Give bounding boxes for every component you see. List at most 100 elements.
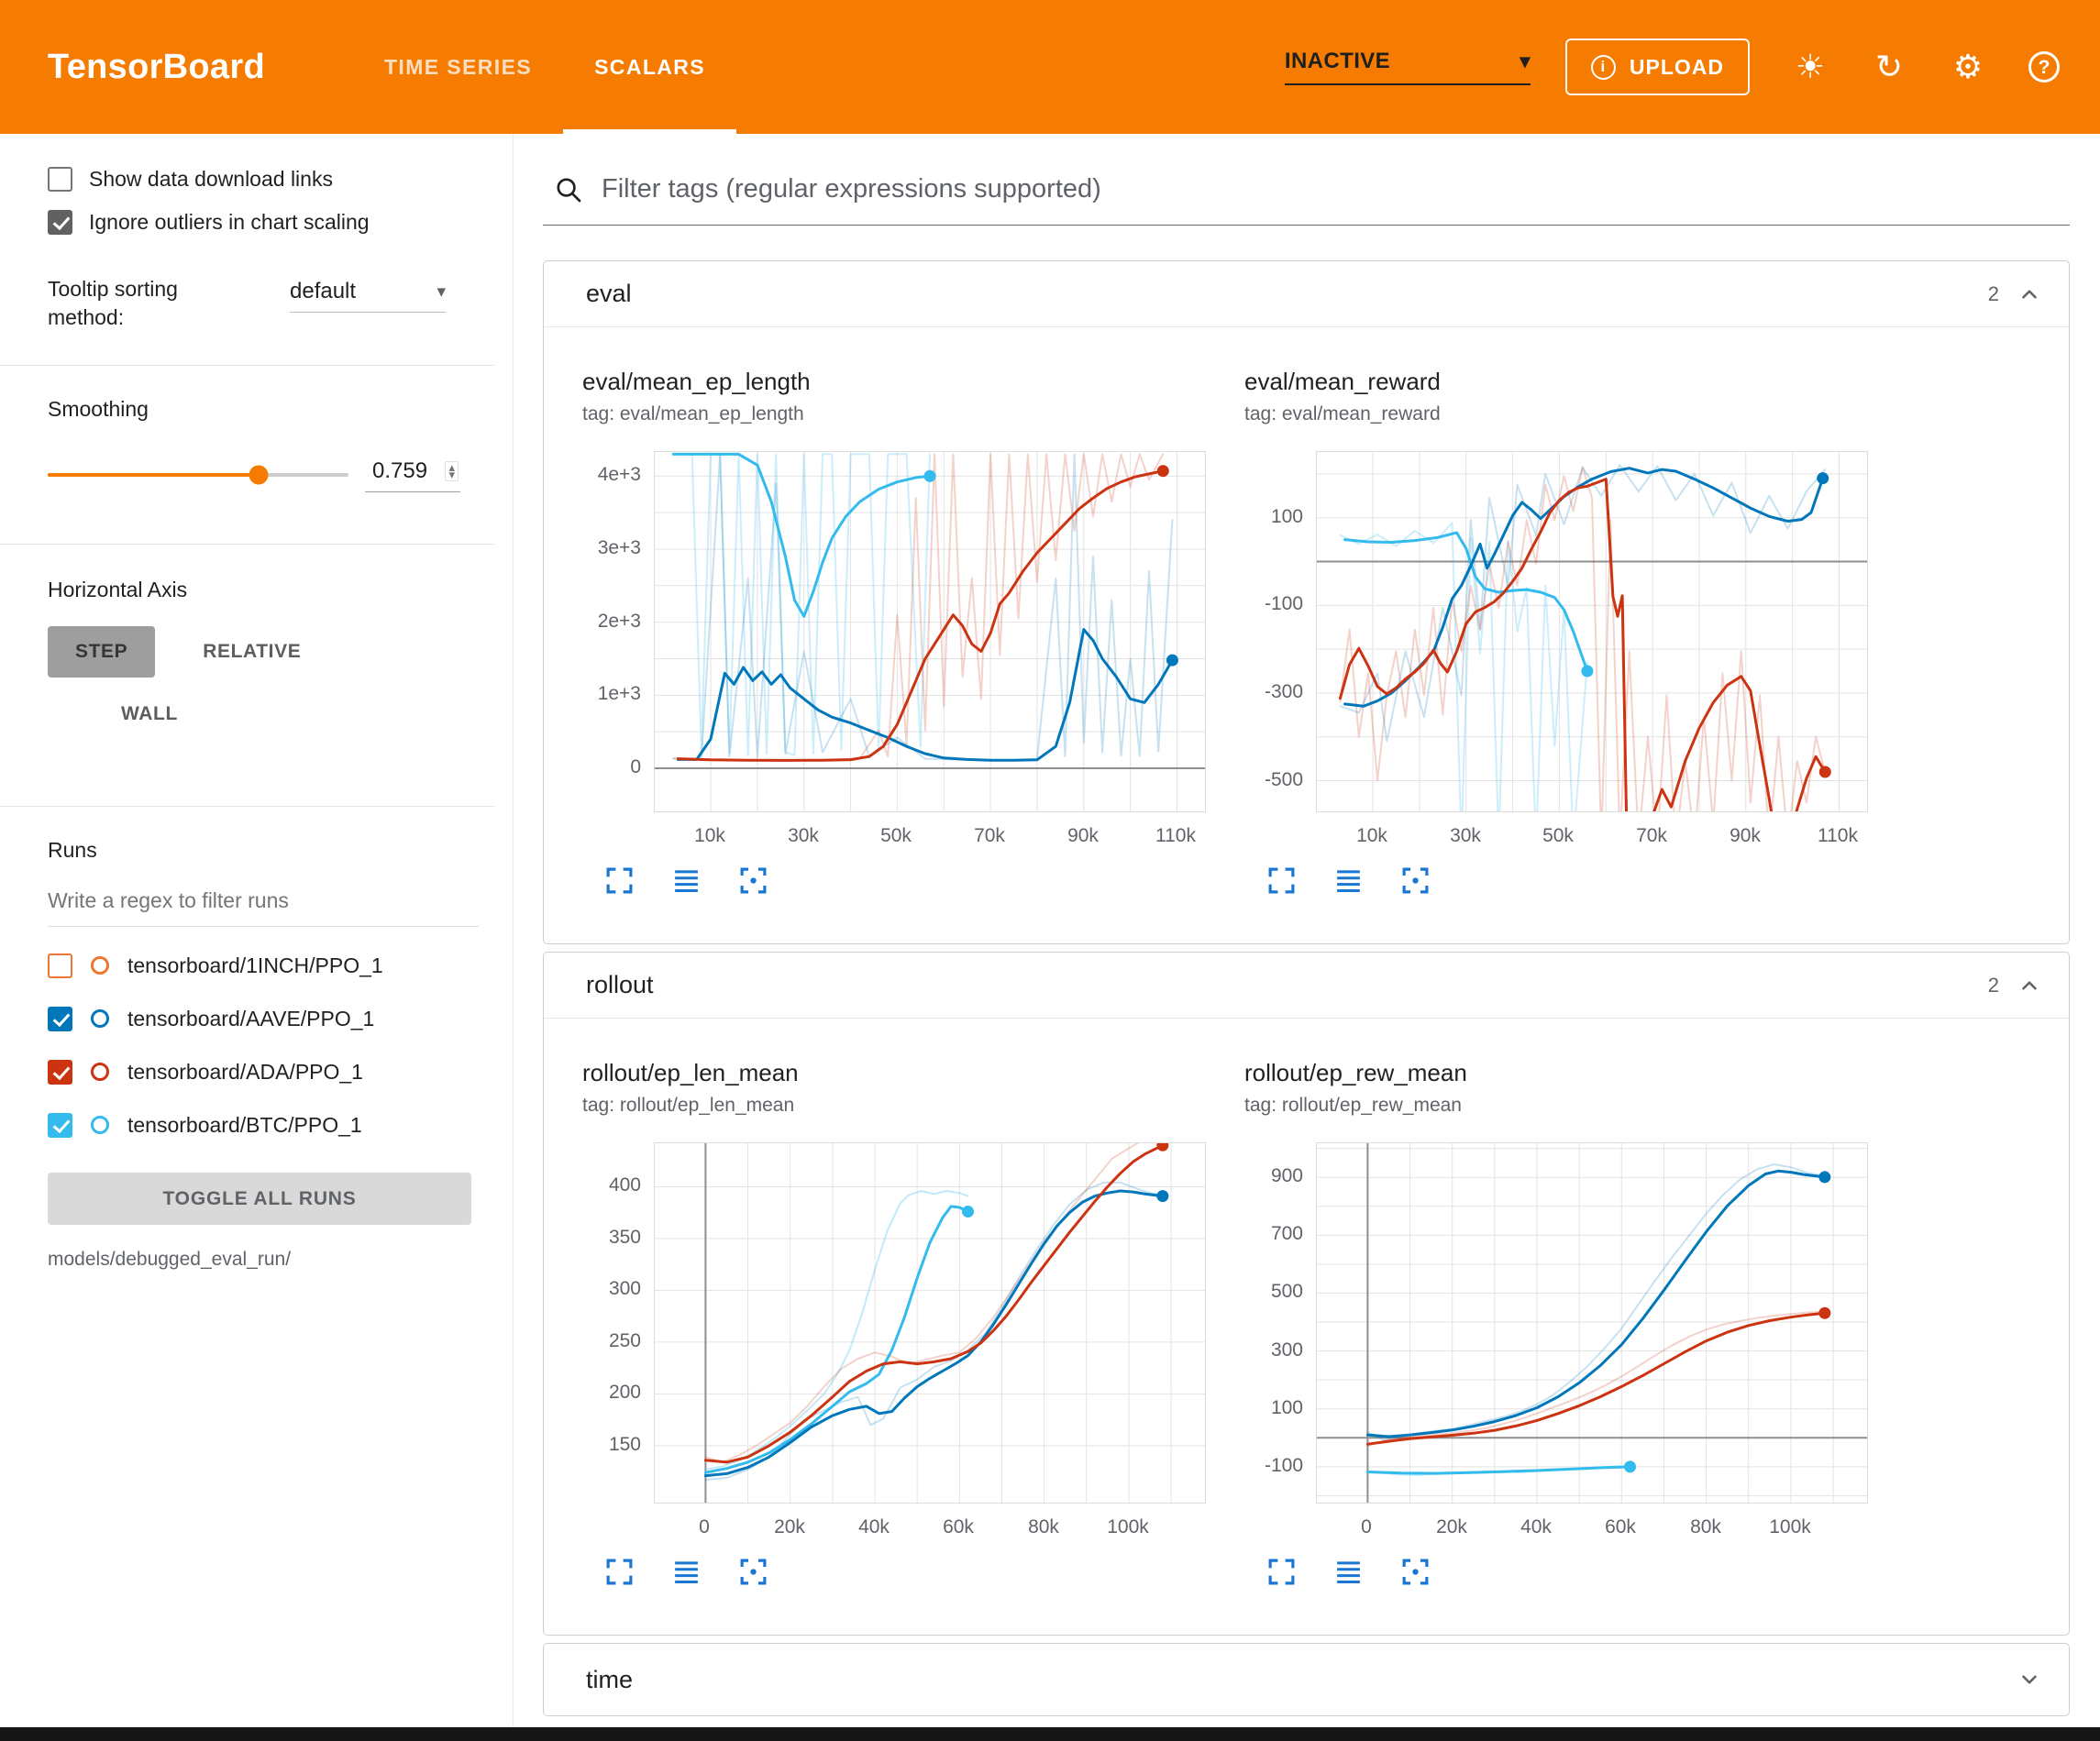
plot-area[interactable] xyxy=(1316,451,1868,812)
fit-domain-icon[interactable] xyxy=(738,1557,768,1587)
expand-chart-icon[interactable] xyxy=(604,865,635,896)
data-table-icon[interactable] xyxy=(1333,1557,1364,1587)
x-tick-label: 0 xyxy=(675,1516,734,1538)
horizontal-axis-options: STEP RELATIVE xyxy=(48,626,487,678)
header-actions: INACTIVE ▾ i UPLOAD ☀ ↻ ⚙ ? xyxy=(1285,39,2060,95)
expand-chart-icon[interactable] xyxy=(604,1557,635,1587)
plot-area[interactable] xyxy=(654,1142,1206,1504)
y-tick-label: 200 xyxy=(609,1382,641,1404)
ignore-outliers-row[interactable]: Ignore outliers in chart scaling xyxy=(48,210,487,235)
show-download-links-checkbox[interactable] xyxy=(48,167,72,192)
card-eval-header[interactable]: eval 2 xyxy=(544,261,2069,327)
x-tick-label: 100k xyxy=(1761,1516,1819,1538)
tag-filter-row xyxy=(543,174,2070,226)
fit-domain-icon[interactable] xyxy=(1400,865,1431,896)
chart-canvas[interactable]: -100100300500700900 020k40k60k80k100k xyxy=(1244,1142,1886,1548)
run-checkbox[interactable] xyxy=(48,1007,72,1031)
run-color-circle[interactable] xyxy=(91,1116,109,1134)
help-icon[interactable]: ? xyxy=(2028,51,2060,83)
x-tick-label: 30k xyxy=(1436,825,1495,847)
data-status-dropdown[interactable]: INACTIVE ▾ xyxy=(1285,49,1531,85)
y-tick-label: -500 xyxy=(1265,769,1303,791)
tag-filter-input[interactable] xyxy=(602,174,2068,204)
x-tick-label: 50k xyxy=(867,825,925,847)
runs-filter-input[interactable] xyxy=(48,885,479,927)
toggle-all-runs-button[interactable]: TOGGLE ALL RUNS xyxy=(48,1173,471,1225)
expand-chart-icon[interactable] xyxy=(1266,865,1297,896)
tab-bar: TIME SERIES SCALARS xyxy=(353,0,736,134)
run-row-aave[interactable]: tensorboard/AAVE/PPO_1 xyxy=(48,995,487,1042)
axis-relative-button[interactable]: RELATIVE xyxy=(175,626,328,678)
chart-toolbar xyxy=(1266,865,1886,896)
x-axis-labels: 020k40k60k80k100k xyxy=(1244,1504,1868,1548)
run-checkbox[interactable] xyxy=(48,1060,72,1085)
info-icon: i xyxy=(1591,55,1616,80)
divider xyxy=(0,544,494,545)
tab-scalars[interactable]: SCALARS xyxy=(563,0,736,134)
chevron-up-icon[interactable] xyxy=(2017,282,2041,306)
chart-eval-mean-ep-length: eval/mean_ep_length tag: eval/mean_ep_le… xyxy=(582,368,1224,896)
y-tick-label: -100 xyxy=(1265,593,1303,615)
fit-domain-icon[interactable] xyxy=(1400,1557,1431,1587)
y-tick-label: 4e+3 xyxy=(598,464,641,486)
runs-list: tensorboard/1INCH/PPO_1 tensorboard/AAVE… xyxy=(48,942,487,1149)
chart-canvas[interactable]: 150200250300350400 020k40k60k80k100k xyxy=(582,1142,1224,1548)
smoothing-value: 0.759 xyxy=(372,458,427,484)
chart-tag: tag: rollout/ep_len_mean xyxy=(582,1095,1224,1117)
stepper-arrows-icon[interactable]: ▴▾ xyxy=(445,461,459,481)
tooltip-sorting-value: default xyxy=(290,279,356,304)
y-tick-label: 500 xyxy=(1271,1281,1303,1303)
smoothing-slider[interactable] xyxy=(48,473,348,477)
horizontal-axis-options-row2: WALL xyxy=(48,689,487,740)
ignore-outliers-checkbox[interactable] xyxy=(48,210,72,235)
divider xyxy=(0,365,494,366)
run-checkbox[interactable] xyxy=(48,1113,72,1138)
run-row-btc[interactable]: tensorboard/BTC/PPO_1 xyxy=(48,1101,487,1149)
axis-wall-button[interactable]: WALL xyxy=(94,689,205,740)
data-table-icon[interactable] xyxy=(671,865,702,896)
run-color-circle[interactable] xyxy=(91,956,109,975)
y-tick-label: 150 xyxy=(609,1434,641,1456)
chart-tag: tag: rollout/ep_rew_mean xyxy=(1244,1095,1886,1117)
run-row-1inch[interactable]: tensorboard/1INCH/PPO_1 xyxy=(48,942,487,989)
chart-canvas[interactable]: 01e+32e+33e+34e+3 10k30k50k70k90k110k xyxy=(582,451,1224,856)
run-color-circle[interactable] xyxy=(91,1063,109,1081)
expand-chart-icon[interactable] xyxy=(1266,1557,1297,1587)
chart-rollout-ep-len-mean: rollout/ep_len_mean tag: rollout/ep_len_… xyxy=(582,1059,1224,1587)
smoothing-control: 0.759 ▴▾ xyxy=(48,457,487,492)
x-tick-label: 80k xyxy=(1676,1516,1735,1538)
chart-eval-mean-reward: eval/mean_reward tag: eval/mean_reward 1… xyxy=(1244,368,1886,896)
data-table-icon[interactable] xyxy=(671,1557,702,1587)
card-rollout-header[interactable]: rollout 2 xyxy=(544,953,2069,1019)
y-tick-label: -300 xyxy=(1265,681,1303,703)
chart-canvas[interactable]: 100-100-300-500 10k30k50k70k90k110k xyxy=(1244,451,1886,856)
data-table-icon[interactable] xyxy=(1333,865,1364,896)
refresh-icon[interactable]: ↻ xyxy=(1871,49,1907,85)
tab-time-series[interactable]: TIME SERIES xyxy=(353,0,563,134)
run-row-ada[interactable]: tensorboard/ADA/PPO_1 xyxy=(48,1048,487,1096)
run-label: tensorboard/BTC/PPO_1 xyxy=(127,1113,362,1138)
run-color-circle[interactable] xyxy=(91,1009,109,1028)
chart-tag: tag: eval/mean_reward xyxy=(1244,403,1886,425)
upload-button[interactable]: i UPLOAD xyxy=(1565,39,1750,95)
chevron-up-icon[interactable] xyxy=(2017,974,2041,997)
axis-step-button[interactable]: STEP xyxy=(48,626,155,678)
chevron-down-icon[interactable] xyxy=(2017,1668,2041,1691)
smoothing-slider-thumb[interactable] xyxy=(249,465,268,484)
y-tick-label: 2e+3 xyxy=(598,611,641,633)
smoothing-slider-fill xyxy=(48,473,259,477)
chart-rollout-ep-rew-mean: rollout/ep_rew_mean tag: rollout/ep_rew_… xyxy=(1244,1059,1886,1587)
card-time-header[interactable]: time xyxy=(544,1644,2069,1715)
show-download-links-row[interactable]: Show data download links xyxy=(48,167,487,192)
plot-area[interactable] xyxy=(654,451,1206,812)
plot-area[interactable] xyxy=(1316,1142,1868,1504)
smoothing-value-field[interactable]: 0.759 ▴▾ xyxy=(365,457,460,492)
settings-gear-icon[interactable]: ⚙ xyxy=(1950,49,1986,85)
run-checkbox[interactable] xyxy=(48,953,72,978)
brightness-icon[interactable]: ☀ xyxy=(1792,49,1829,85)
smoothing-label: Smoothing xyxy=(48,397,487,422)
screen-bottom-edge xyxy=(0,1727,2100,1741)
x-tick-label: 40k xyxy=(1507,1516,1565,1538)
fit-domain-icon[interactable] xyxy=(738,865,768,896)
tooltip-sorting-dropdown[interactable]: default ▾ xyxy=(290,279,446,313)
